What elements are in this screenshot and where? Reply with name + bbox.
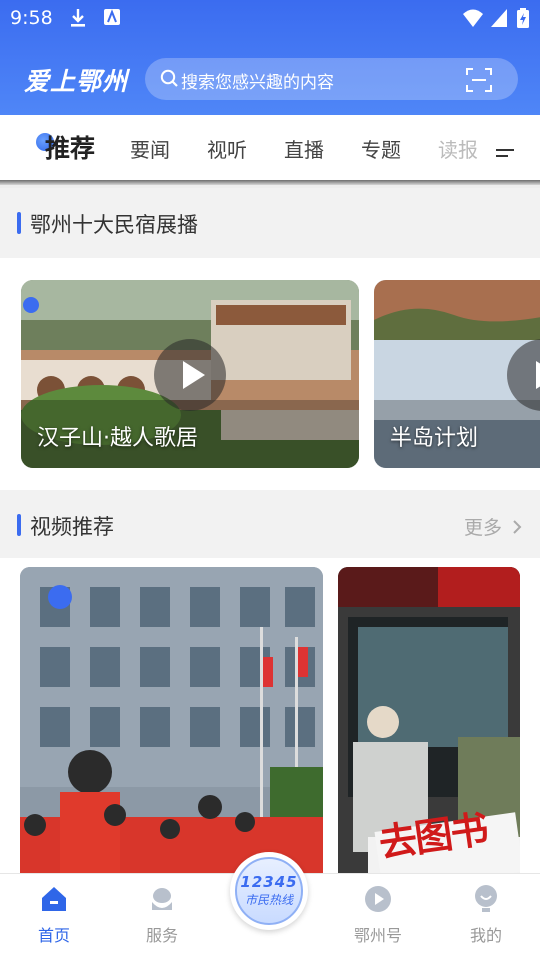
video-grid: 去图书馆 <box>0 558 540 874</box>
tab-topics[interactable]: 专题 <box>361 134 401 163</box>
section-title: 视频推荐 <box>30 515 114 539</box>
app-header: 9:58 爱上鄂州 搜索您感兴趣的内容 <box>0 0 540 115</box>
search-placeholder: 搜索您感兴趣的内容 <box>181 73 334 93</box>
tab-menu-icon[interactable] <box>496 144 514 163</box>
nav-label: 服务 <box>145 926 178 945</box>
profile-icon <box>475 885 497 912</box>
tab-recommend[interactable]: 推荐 <box>45 129 95 165</box>
homestay-card-1[interactable]: 汉子山·越人歌居 <box>21 280 359 468</box>
hotline-badge: 12345 市民热线 <box>235 857 303 925</box>
nav-label: 首页 <box>37 926 70 945</box>
service-icon <box>152 888 172 910</box>
download-icon <box>70 8 86 32</box>
homestay-card-2[interactable]: 半岛计划 <box>374 280 540 468</box>
section-title: 鄂州十大民宿展播 <box>30 213 198 237</box>
section-homestay-header: 鄂州十大民宿展播 <box>0 188 540 258</box>
category-tabs: 推荐 要闻 视听 直播 专题 读报 <box>0 115 540 180</box>
nav-home[interactable]: 首页 <box>14 884 94 946</box>
section-video-header: 视频推荐 更多 <box>0 490 540 560</box>
nav-label: 我的 <box>469 926 502 945</box>
tab-live[interactable]: 直播 <box>284 134 324 163</box>
nav-service[interactable]: 服务 <box>122 884 202 946</box>
status-bar: 9:58 <box>0 0 540 38</box>
section-accent-bar <box>17 514 21 536</box>
battery-icon <box>517 8 529 32</box>
tab-audiovisual[interactable]: 视听 <box>207 134 247 163</box>
more-label: 更多 <box>463 517 502 539</box>
status-time: 9:58 <box>10 7 53 29</box>
wifi-icon <box>462 8 484 32</box>
more-link[interactable]: 更多 <box>464 513 522 540</box>
chevron-right-icon <box>513 520 522 534</box>
app-notification-icon <box>104 8 120 30</box>
search-icon <box>160 69 179 92</box>
nav-profile[interactable]: 我的 <box>446 884 526 946</box>
ezhou-hao-icon <box>365 886 391 912</box>
homestay-card-title: 半岛计划 <box>390 426 479 451</box>
tabs-divider <box>0 180 540 185</box>
hotline-label: 市民热线 <box>244 893 293 907</box>
play-button-icon[interactable] <box>154 339 226 411</box>
signal-icon <box>490 8 508 32</box>
homestay-card-title: 汉子山·越人歌居 <box>37 426 198 451</box>
tab-news[interactable]: 要闻 <box>130 134 170 163</box>
home-icon <box>42 887 66 911</box>
hotline-number: 12345 <box>240 873 298 891</box>
hotline-button[interactable]: 12345 市民热线 <box>230 852 308 930</box>
homestay-carousel: 汉子山·越人歌居 半岛计划 <box>0 258 540 490</box>
nav-label: 鄂州号 <box>353 926 402 945</box>
search-bar[interactable]: 搜索您感兴趣的内容 <box>145 58 518 100</box>
video-card-2[interactable]: 去图书馆 <box>338 567 520 874</box>
section-accent-bar <box>17 212 21 234</box>
tab-newspaper[interactable]: 读报 <box>438 134 478 163</box>
nav-ezhou-hao[interactable]: 鄂州号 <box>338 884 418 946</box>
video-thumbnail-1 <box>20 567 323 874</box>
video-card-1[interactable] <box>20 567 323 874</box>
app-logo: 爱上鄂州 <box>24 67 129 96</box>
scan-icon[interactable] <box>466 68 492 96</box>
